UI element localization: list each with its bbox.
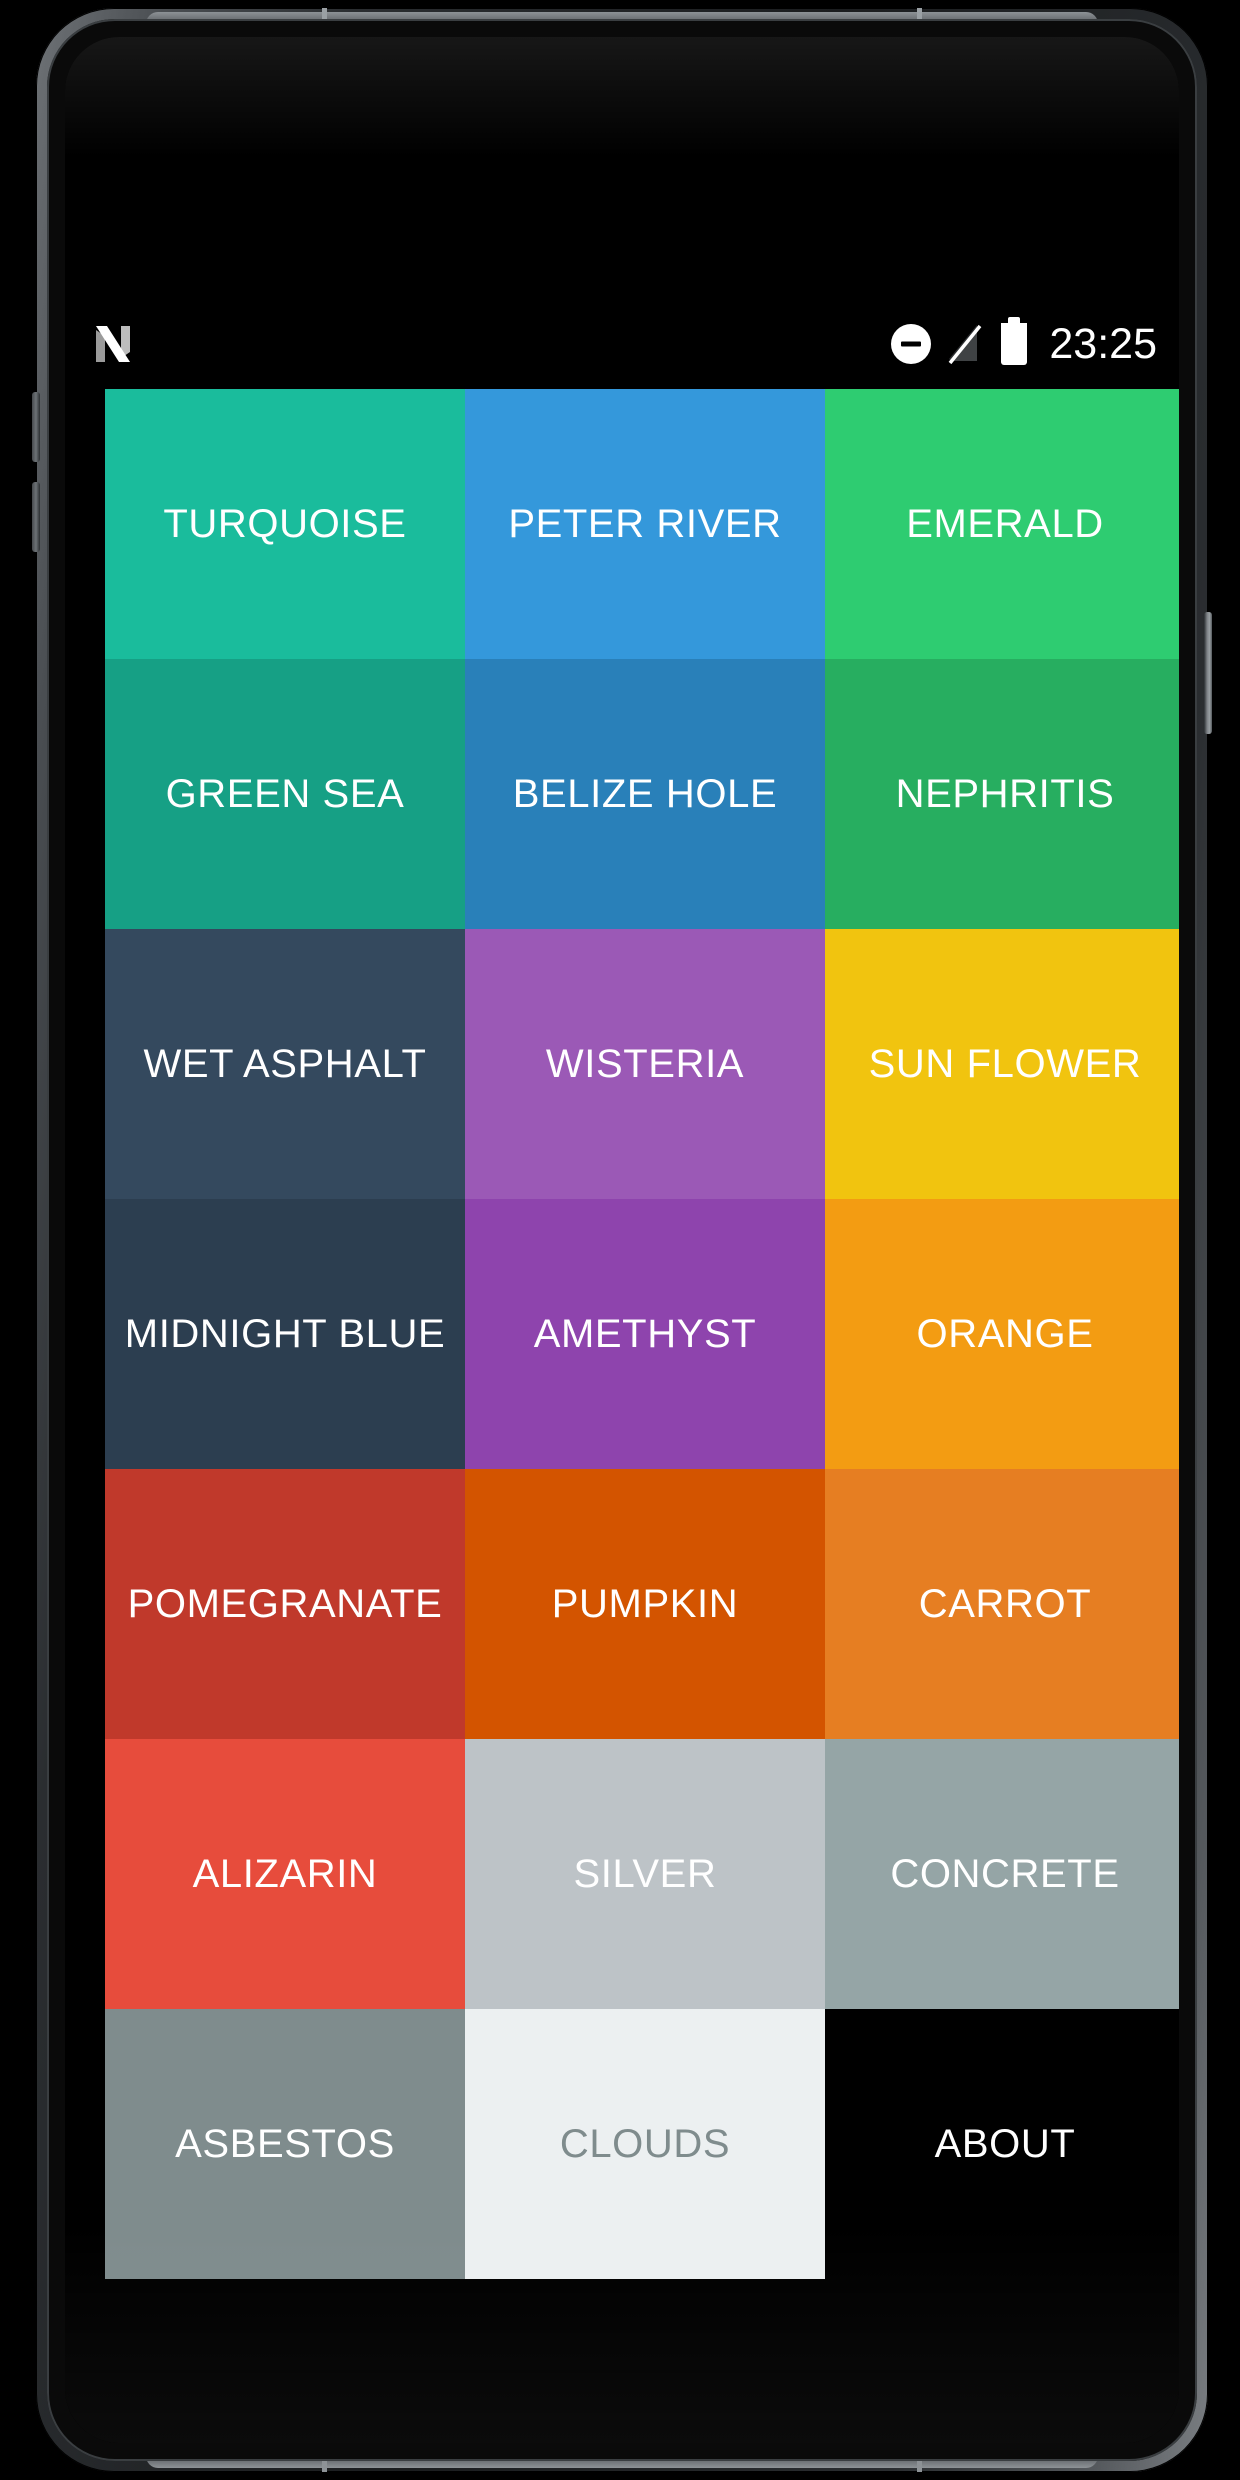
color-tile-label: ALIZARIN bbox=[192, 1851, 378, 1896]
color-tile-concrete[interactable]: CONCRETE bbox=[825, 1739, 1179, 2009]
phone-screen: 23:25 TURQUOISE PETER RIVER EMERALD GREEN S… bbox=[65, 37, 1179, 2443]
color-tile-label: WISTERIA bbox=[545, 1041, 745, 1086]
color-tile-green-sea[interactable]: GREEN SEA bbox=[105, 659, 465, 929]
color-tile-midnight-blue[interactable]: MIDNIGHT BLUE bbox=[105, 1199, 465, 1469]
color-tile-label: POMEGRANATE bbox=[127, 1581, 443, 1626]
phone-frame-outer: 23:25 TURQUOISE PETER RIVER EMERALD GREEN S… bbox=[32, 8, 1212, 2472]
status-bar-clock: 23:25 bbox=[1049, 319, 1157, 368]
phone-bezel: 23:25 TURQUOISE PETER RIVER EMERALD GREEN S… bbox=[47, 19, 1197, 2461]
color-tile-label: SUN FLOWER bbox=[868, 1041, 1142, 1086]
status-bar: 23:25 bbox=[65, 305, 1179, 383]
color-tile-emerald[interactable]: EMERALD bbox=[825, 389, 1179, 659]
color-tile-wet-asphalt[interactable]: WET ASPHALT bbox=[105, 929, 465, 1199]
signal-off-icon bbox=[947, 323, 985, 365]
color-tile-clouds[interactable]: CLOUDS bbox=[465, 2009, 825, 2279]
phone-glass: 23:25 TURQUOISE PETER RIVER EMERALD GREEN S… bbox=[65, 37, 1179, 2443]
status-bar-left bbox=[93, 322, 133, 366]
do-not-disturb-icon bbox=[891, 324, 932, 364]
color-tile-asbestos[interactable]: ASBESTOS bbox=[105, 2009, 465, 2279]
color-tile-carrot[interactable]: CARROT bbox=[825, 1469, 1179, 1739]
color-tile-label: NEPHRITIS bbox=[895, 771, 1115, 816]
color-tile-about[interactable]: ABOUT bbox=[825, 2009, 1179, 2279]
power-button[interactable] bbox=[1204, 612, 1212, 734]
color-tile-label: ABOUT bbox=[934, 2121, 1076, 2166]
volume-down-button[interactable] bbox=[32, 482, 40, 552]
color-tile-peter-river[interactable]: PETER RIVER bbox=[465, 389, 825, 659]
color-tile-label: ORANGE bbox=[916, 1311, 1094, 1356]
color-tile-label: TURQUOISE bbox=[163, 501, 407, 546]
color-tile-nephritis[interactable]: NEPHRITIS bbox=[825, 659, 1179, 929]
color-tile-label: CONCRETE bbox=[890, 1851, 1120, 1896]
color-tile-pomegranate[interactable]: POMEGRANATE bbox=[105, 1469, 465, 1739]
color-tile-belize-hole[interactable]: BELIZE HOLE bbox=[465, 659, 825, 929]
phone-device: 23:25 TURQUOISE PETER RIVER EMERALD GREEN S… bbox=[32, 8, 1212, 2472]
color-grid: TURQUOISE PETER RIVER EMERALD GREEN SEA BELI… bbox=[105, 389, 1179, 2279]
color-tile-label: GREEN SEA bbox=[165, 771, 405, 816]
color-tile-silver[interactable]: SILVER bbox=[465, 1739, 825, 2009]
color-tile-label: MIDNIGHT BLUE bbox=[124, 1311, 446, 1356]
color-tile-label: SILVER bbox=[573, 1851, 717, 1896]
color-tile-sun-flower[interactable]: SUN FLOWER bbox=[825, 929, 1179, 1199]
battery-icon bbox=[1001, 323, 1028, 365]
color-tile-label: BELIZE HOLE bbox=[512, 771, 778, 816]
color-tile-turquoise[interactable]: TURQUOISE bbox=[105, 389, 465, 659]
color-tile-label: PETER RIVER bbox=[508, 501, 782, 546]
color-tile-label: PUMPKIN bbox=[551, 1581, 739, 1626]
color-tile-label: ASBESTOS bbox=[175, 2121, 395, 2166]
color-tile-orange[interactable]: ORANGE bbox=[825, 1199, 1179, 1469]
color-tile-alizarin[interactable]: ALIZARIN bbox=[105, 1739, 465, 2009]
android-n-logo-icon bbox=[93, 322, 133, 366]
volume-up-button[interactable] bbox=[32, 392, 40, 462]
color-tile-label: EMERALD bbox=[906, 501, 1104, 546]
color-tile-amethyst[interactable]: AMETHYST bbox=[465, 1199, 825, 1469]
color-tile-pumpkin[interactable]: PUMPKIN bbox=[465, 1469, 825, 1739]
color-tile-label: CARROT bbox=[918, 1581, 1092, 1626]
color-tile-label: WET ASPHALT bbox=[143, 1041, 427, 1086]
color-tile-label: AMETHYST bbox=[533, 1311, 757, 1356]
color-tile-wisteria[interactable]: WISTERIA bbox=[465, 929, 825, 1199]
status-bar-icons: 23:25 bbox=[891, 319, 1157, 368]
color-tile-label: CLOUDS bbox=[559, 2121, 731, 2166]
